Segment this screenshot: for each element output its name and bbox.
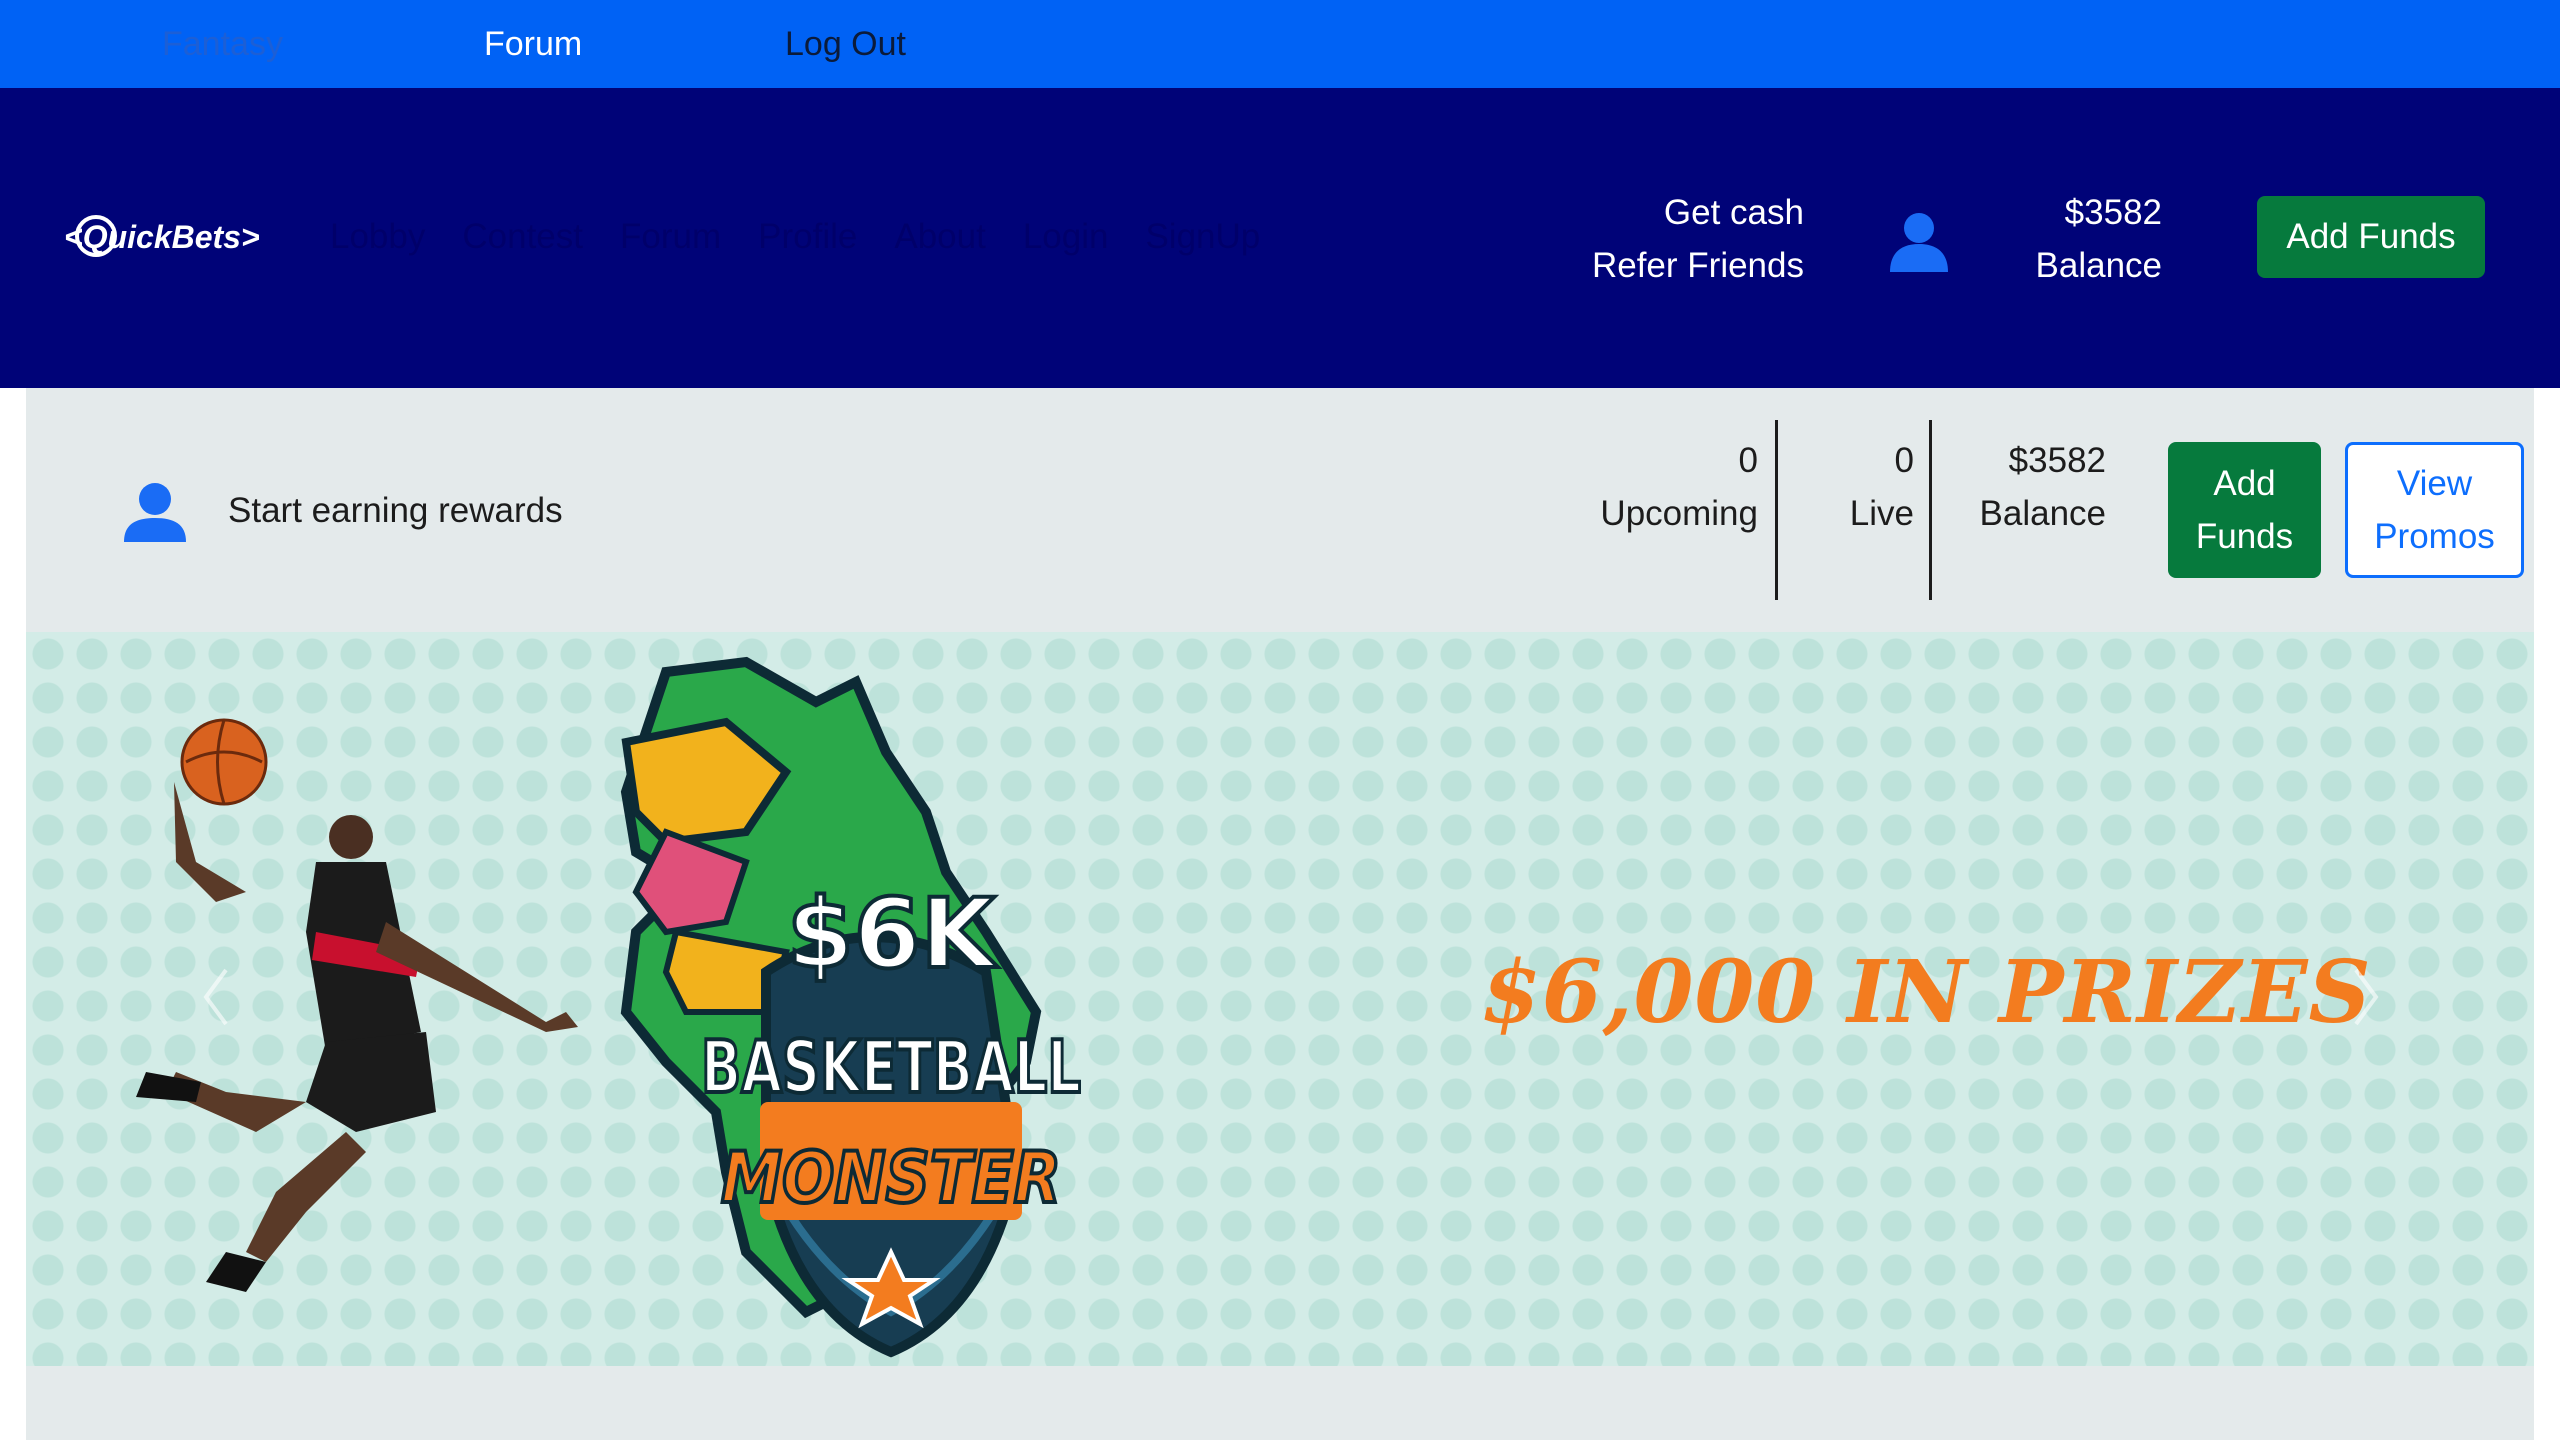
stat-live: 0 Live [1850,434,1914,540]
prize-headline: $6,000 IN PRIZES [1481,942,2372,1043]
strip-balance-label: Balance [1979,494,2106,533]
live-label: Live [1849,494,1914,533]
rewards-stats-strip: Start earning rewards 0 Upcoming 0 Live … [26,388,2534,632]
navbar-balance-amount: $3582 [2064,193,2162,232]
topbar-link-logout[interactable]: Log Out [785,20,906,68]
logo-word-monster: MONSTER [721,1137,1061,1219]
chevron-left-icon [203,968,228,1026]
chevron-right-icon [2354,968,2379,1026]
refer-friends-link[interactable]: Get cash Refer Friends [1592,186,1804,292]
promos-line-2: Promos [2374,517,2495,556]
upcoming-count: 0 [1738,441,1758,480]
strip-add-funds-button[interactable]: Add Funds [2168,442,2321,578]
logo-word-basketball: BASKETBALL [701,1025,1081,1109]
nav-link-login[interactable]: Login [1023,212,1109,262]
logo-amount-text: $6K [787,878,999,990]
refer-line-1: Get cash [1663,193,1804,232]
add-funds-line-1: Add [2213,464,2276,503]
user-icon [124,483,186,542]
topbar-link-fantasy[interactable]: Fantasy [162,20,283,68]
navbar-add-funds-button[interactable]: Add Funds [2257,196,2485,278]
navbar-balance: $3582 Balance [2036,186,2162,292]
main-navbar: <QuickBets> Lobby Contest Forum Profile … [0,88,2560,388]
carousel-next-button[interactable] [2346,962,2386,1032]
view-promos-button[interactable]: View Promos [2345,442,2524,578]
stat-balance: $3582 Balance [1980,434,2106,540]
topbar-link-forum[interactable]: Forum [484,20,582,68]
primary-nav: Lobby Contest Forum Profile About Login … [330,212,1297,262]
nav-link-signup[interactable]: SignUp [1145,212,1260,262]
nav-link-forum[interactable]: Forum [620,212,721,262]
nav-link-profile[interactable]: Profile [758,212,857,262]
promo-banner-carousel[interactable]: $6K BASKETBALL MONSTER $6,000 IN PRIZES [26,632,2534,1366]
quickbets-logo[interactable]: <QuickBets> [62,204,282,268]
page-content: Start earning rewards 0 Upcoming 0 Live … [26,388,2534,1440]
user-icon[interactable] [1886,208,1952,274]
rewards-text: Start earning rewards [228,491,563,530]
carousel-prev-button[interactable] [196,962,236,1032]
nav-link-about[interactable]: About [894,212,985,262]
upcoming-label: Upcoming [1600,494,1758,533]
promos-line-1: View [2396,464,2473,503]
top-utility-bar: Fantasy Forum Log Out [0,0,2560,88]
strip-balance-amount: $3582 [2008,441,2106,480]
divider [1775,420,1778,600]
nav-link-lobby[interactable]: Lobby [330,212,425,262]
add-funds-line-2: Funds [2195,517,2294,556]
refer-line-2: Refer Friends [1591,246,1804,285]
stat-upcoming: 0 Upcoming [1600,434,1758,540]
nav-link-contest[interactable]: Contest [462,212,583,262]
basketball-monster-logo: $6K BASKETBALL MONSTER [620,656,1083,1358]
live-count: 0 [1894,441,1914,480]
logo-text: <QuickBets> [64,219,260,255]
divider [1929,420,1932,600]
navbar-balance-label: Balance [2035,246,2162,285]
